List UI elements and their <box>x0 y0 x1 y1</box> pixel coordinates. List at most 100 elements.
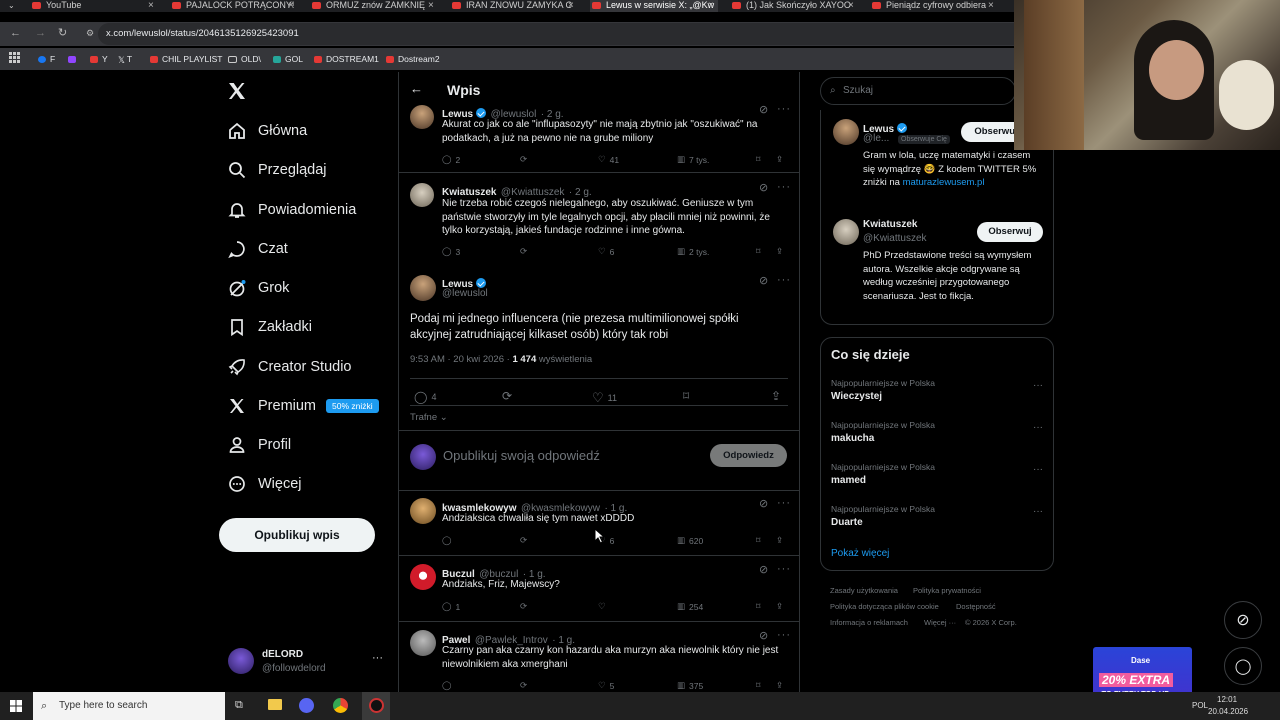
more-icon[interactable]: ··· <box>777 103 791 115</box>
profile-link[interactable]: maturazlewusem.pl <box>903 177 985 188</box>
profile-handle[interactable]: @Kwiattuszek <box>863 233 927 244</box>
retweet-button[interactable]: ⟳ <box>502 389 512 403</box>
reload-icon[interactable]: ↻ <box>58 26 67 39</box>
bookmark-button[interactable]: ⌑ <box>756 154 760 165</box>
browser-tab[interactable]: PAJALOCK POTRĄCONY! × <box>170 0 298 12</box>
reply-button[interactable]: ◯ 1 <box>442 601 460 612</box>
grok-float-button[interactable]: ⊘ <box>1224 601 1262 639</box>
post-timestamp[interactable]: 9:53 AM · 20 kwi 2026 · <box>410 354 512 365</box>
task-view-icon[interactable]: ⧉ <box>235 699 243 712</box>
sidebar-item-zakładki[interactable]: Zakładki <box>226 312 312 342</box>
file-explorer-icon[interactable] <box>268 699 282 710</box>
reply-button[interactable]: ◯ <box>442 535 456 546</box>
close-tab-icon[interactable]: × <box>988 0 994 11</box>
trend-more-icon[interactable]: ··· <box>1033 464 1043 475</box>
browser-tab[interactable]: Pieniądz cyfrowy odbiera × <box>870 0 998 12</box>
trend-item[interactable]: Najpopularniejsze w Polska Wieczystej ··· <box>831 378 1043 402</box>
views-button[interactable]: ▥ 620 <box>677 535 703 546</box>
share-button[interactable]: ⇪ <box>776 154 783 165</box>
bookmark-f[interactable]: F <box>38 53 55 65</box>
sidebar-item-czat[interactable]: Czat <box>226 234 288 264</box>
close-tab-icon[interactable]: × <box>288 0 294 11</box>
retweet-button[interactable]: ⟳ <box>520 154 527 165</box>
windows-start-icon[interactable] <box>10 700 22 712</box>
bookmark-gol[interactable]: GOL <box>273 53 303 65</box>
footer-link[interactable]: Polityka dotycząca plików cookie <box>830 602 939 611</box>
reply-avatar[interactable] <box>410 630 436 656</box>
like-button[interactable]: ♡6 <box>598 246 614 257</box>
more-icon[interactable]: ··· <box>777 181 791 193</box>
views-button[interactable]: ▥ 254 <box>677 601 703 612</box>
grok-icon[interactable]: ⊘ <box>759 497 769 510</box>
footer-link[interactable]: Dostępność <box>956 602 996 611</box>
back-arrow-icon[interactable]: ← <box>410 81 423 96</box>
bookmark-twitch[interactable] <box>68 53 80 65</box>
grok-icon[interactable]: ⊘ <box>759 181 769 194</box>
browser-tab[interactable]: ORMUZ znów ZAMKNIĘ × <box>310 0 438 12</box>
sidebar-item-premium[interactable]: Premium 50% zniżki <box>226 391 379 421</box>
reply-input[interactable]: Opublikuj swoją odpowiedź <box>443 448 600 463</box>
reply-submit-button[interactable]: Odpowiedz <box>710 444 787 467</box>
retweet-button[interactable]: ⟳ <box>520 601 527 612</box>
retweet-button[interactable]: ⟳ <box>520 680 527 691</box>
bookmark-dostream2[interactable]: Dostream2 <box>386 53 440 65</box>
sidebar-item-grok[interactable]: Grok <box>226 273 289 303</box>
footer-link[interactable]: Polityka prywatności <box>913 586 981 595</box>
sidebar-item-profil[interactable]: Profil <box>226 430 291 460</box>
obs-icon[interactable] <box>362 692 390 720</box>
account-switcher[interactable]: dELORD @followdelord ··· <box>226 646 386 678</box>
publish-post-button[interactable]: Opublikuj wpis <box>219 518 375 552</box>
clock-date[interactable]: 20.04.2026 <box>1208 707 1248 716</box>
avatar-lewus[interactable] <box>410 275 436 301</box>
browser-tab[interactable]: Lewus w serwisie X: „@Kw × <box>590 0 718 12</box>
browser-tab[interactable]: IRAN ZNOWU ZAMYKA C × <box>450 0 578 12</box>
share-button[interactable]: ⇪ <box>776 535 783 546</box>
avatar-kwiatuszek[interactable] <box>833 219 859 245</box>
follow-button[interactable]: Obserwuj <box>977 222 1043 242</box>
bookmark-button[interactable]: ⌑ <box>756 535 760 546</box>
grok-icon[interactable]: ⊘ <box>759 629 769 642</box>
grok-icon[interactable]: ⊘ <box>759 274 769 287</box>
search-input[interactable]: ⌕ Szukaj <box>820 77 1016 105</box>
trend-item[interactable]: Najpopularniejsze w Polska Duarte ··· <box>831 504 1043 528</box>
reply-button[interactable]: ◯ 3 <box>442 246 460 257</box>
bookmark-dostream1[interactable]: DOSTREAM1 <box>314 53 379 65</box>
sidebar-item-creator-studio[interactable]: Creator Studio <box>226 352 352 382</box>
discord-icon[interactable] <box>299 698 314 713</box>
share-button[interactable]: ⇪ <box>776 601 783 612</box>
profile-handle[interactable]: @le... <box>863 133 889 144</box>
share-button[interactable]: ⇪ <box>771 389 781 403</box>
close-tab-icon[interactable]: × <box>428 0 434 11</box>
trend-item[interactable]: Najpopularniejsze w Polska mamed ··· <box>831 462 1043 486</box>
more-icon[interactable]: ··· <box>777 563 791 575</box>
grok-icon[interactable]: ⊘ <box>759 103 769 116</box>
trend-more-icon[interactable]: ··· <box>1033 422 1043 433</box>
reply-button[interactable]: ◯ 2 <box>442 154 460 165</box>
reply-button[interactable]: ◯ <box>442 680 456 691</box>
apps-grid-icon[interactable] <box>9 52 20 63</box>
reply-avatar[interactable] <box>410 498 436 524</box>
like-button[interactable]: ♡ 11 <box>592 390 617 406</box>
url-field[interactable]: x.com/lewuslol/status/204613512692542309… <box>98 23 1038 45</box>
avatar-lewus[interactable] <box>833 119 859 145</box>
like-button[interactable]: ♡ 5 <box>598 680 614 691</box>
close-tab-icon[interactable]: × <box>148 0 154 11</box>
site-info-icon[interactable]: ⚙ <box>86 28 94 39</box>
reply-avatar[interactable] <box>410 564 436 590</box>
more-icon[interactable]: ··· <box>777 497 791 509</box>
close-tab-icon[interactable]: × <box>848 0 854 11</box>
bookmark-button[interactable]: ⌑ <box>756 601 760 612</box>
footer-link[interactable]: Informacja o reklamach <box>830 618 908 627</box>
account-more-icon[interactable]: ··· <box>372 652 383 664</box>
sort-dropdown[interactable]: Trafne ⌄ <box>410 412 448 423</box>
bookmark-button[interactable]: ⌑ <box>756 680 760 691</box>
footer-link[interactable]: Więcej ··· <box>924 618 956 627</box>
trend-more-icon[interactable]: ··· <box>1033 380 1043 391</box>
more-icon[interactable]: ··· <box>777 629 791 641</box>
profile-name[interactable]: Kwiatuszek <box>863 219 917 230</box>
trend-item[interactable]: Najpopularniejsze w Polska makucha ··· <box>831 420 1043 444</box>
retweet-button[interactable]: ⟳ <box>520 535 527 546</box>
bookmark-chil-playlist[interactable]: CHIL PLAYLIST <box>150 53 222 65</box>
retweet-button[interactable]: ⟳ <box>520 246 527 257</box>
sidebar-item-przeglądaj[interactable]: Przeglądaj <box>226 155 327 185</box>
